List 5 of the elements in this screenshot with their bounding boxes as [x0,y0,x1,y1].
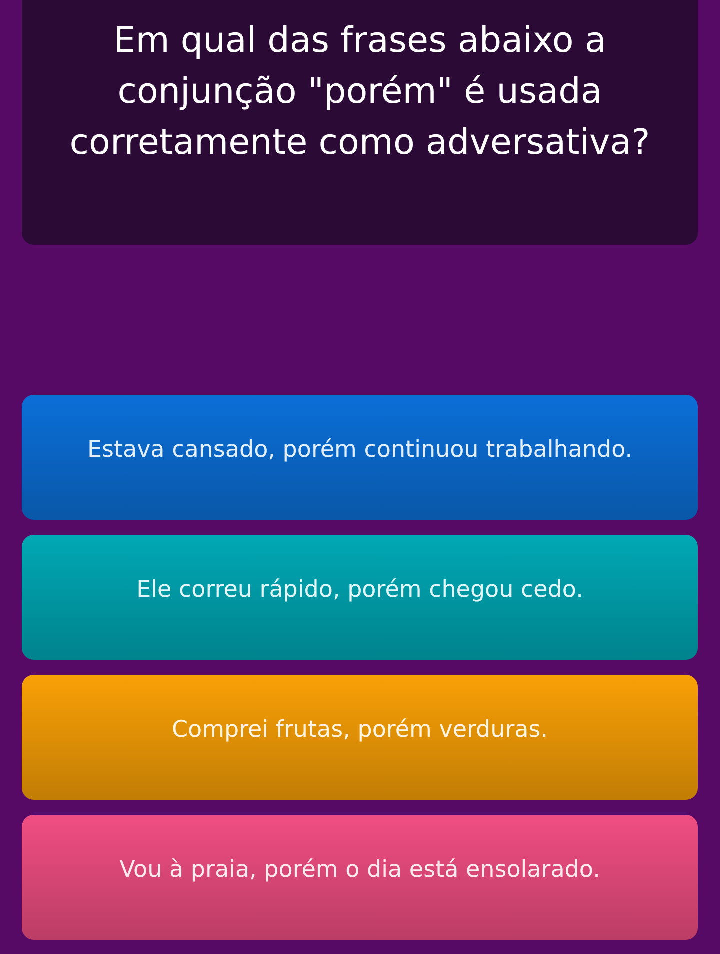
answer-button[interactable]: Estava cansado, porém continuou trabalhando. [22,395,698,520]
answer-button[interactable]: Vou à praia, porém o dia está ensolarado. [22,815,698,940]
question-text: Em qual das frases abaixo a conjunção "porém" é usada corretamente como adversativa? [70,21,650,163]
answer-button[interactable]: Ele correu rápido, porém chegou cedo. [22,535,698,660]
answer-button[interactable]: Comprei frutas, porém verduras. [22,675,698,800]
